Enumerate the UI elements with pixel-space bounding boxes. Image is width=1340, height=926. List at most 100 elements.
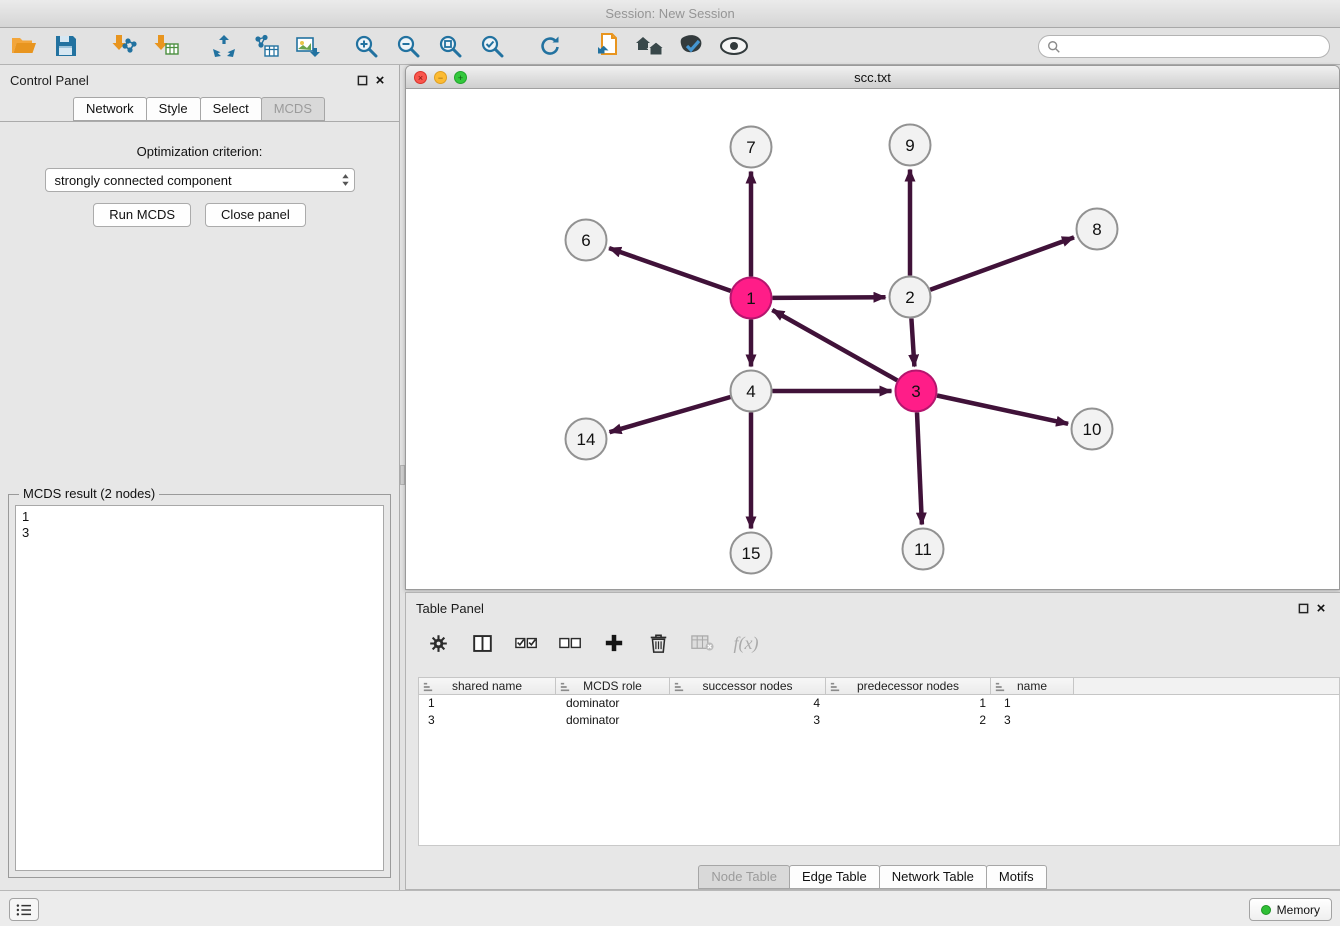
memory-status-icon	[1261, 905, 1271, 915]
column-header-successor-nodes[interactable]: successor nodes	[669, 677, 826, 695]
close-panel-button[interactable]: ×	[371, 71, 389, 89]
close-table-panel-button[interactable]: ×	[1312, 599, 1330, 617]
graph-node-14[interactable]: 14	[566, 419, 607, 460]
edge-3-10[interactable]	[937, 396, 1068, 424]
delete-table-button[interactable]	[688, 629, 716, 657]
table-cell[interactable]: 1	[995, 695, 1079, 712]
table-cell[interactable]: 3	[419, 712, 557, 729]
import-table-icon	[153, 34, 179, 58]
column-header-shared-name[interactable]: shared name	[418, 677, 556, 695]
table-cell[interactable]: 1	[829, 695, 995, 712]
network-table-button[interactable]	[246, 30, 286, 62]
graph-node-4[interactable]: 4	[731, 371, 772, 412]
import-table-button[interactable]	[146, 30, 186, 62]
table-cell[interactable]: 3	[672, 712, 829, 729]
column-type-icon	[995, 681, 1005, 695]
float-table-panel-button[interactable]	[1294, 599, 1312, 617]
node-label: 3	[911, 382, 920, 401]
tab-edge-table[interactable]: Edge Table	[789, 865, 880, 889]
edge-1-6[interactable]	[609, 248, 731, 291]
table-cell[interactable]: 1	[419, 695, 557, 712]
table-cell[interactable]: 4	[672, 695, 829, 712]
search-box	[1038, 35, 1330, 58]
graph-node-8[interactable]: 8	[1077, 209, 1118, 250]
column-header-name[interactable]: name	[990, 677, 1074, 695]
save-session-button[interactable]	[46, 30, 86, 62]
graph-node-10[interactable]: 10	[1072, 409, 1113, 450]
edge-2-3[interactable]	[911, 319, 914, 367]
select-all-columns-button[interactable]	[512, 629, 540, 657]
edge-3-11[interactable]	[917, 413, 922, 525]
edge-1-2[interactable]	[773, 297, 886, 298]
mcds-result-list[interactable]: 13	[15, 505, 384, 871]
function-builder-button[interactable]: f(x)	[732, 629, 760, 657]
zoom-selected-button[interactable]	[472, 30, 512, 62]
open-session-button[interactable]	[4, 30, 44, 62]
close-icon: ×	[1317, 600, 1326, 617]
table-settings-button[interactable]	[424, 629, 452, 657]
table-cell[interactable]: 2	[829, 712, 995, 729]
eye-icon	[719, 36, 749, 56]
result-item[interactable]: 3	[22, 525, 377, 541]
home-button[interactable]	[630, 30, 670, 62]
show-columns-button[interactable]	[468, 629, 496, 657]
graph-node-11[interactable]: 11	[903, 529, 944, 570]
tab-network[interactable]: Network	[73, 97, 147, 121]
node-label: 8	[1092, 220, 1101, 239]
show-hide-button[interactable]	[714, 30, 754, 62]
zoom-fit-button[interactable]	[430, 30, 470, 62]
tab-motifs[interactable]: Motifs	[986, 865, 1047, 889]
graph-node-1[interactable]: 1	[731, 278, 772, 319]
table-cell[interactable]: dominator	[557, 712, 672, 729]
plus-icon	[604, 633, 624, 653]
table-row[interactable]: 1dominator411	[419, 695, 1339, 712]
delete-column-button[interactable]	[644, 629, 672, 657]
import-network-button[interactable]	[104, 30, 144, 62]
window-close-icon[interactable]: ×	[414, 71, 427, 84]
optimization-criterion-select[interactable]: strongly connected component	[45, 168, 355, 192]
table-cell[interactable]: 3	[995, 712, 1079, 729]
table-row[interactable]: 3dominator323	[419, 712, 1339, 729]
tab-node-table[interactable]: Node Table	[698, 865, 790, 889]
refresh-button[interactable]	[530, 30, 570, 62]
graph-node-3[interactable]: 3	[896, 371, 937, 412]
edge-3-1[interactable]	[772, 310, 897, 380]
zoom-in-button[interactable]	[346, 30, 386, 62]
graph-node-7[interactable]: 7	[731, 127, 772, 168]
memory-button[interactable]: Memory	[1249, 898, 1332, 921]
close-mcds-panel-button[interactable]: Close panel	[205, 203, 306, 227]
graph-node-2[interactable]: 2	[890, 277, 931, 318]
network-image-button[interactable]	[288, 30, 328, 62]
zoom-out-button[interactable]	[388, 30, 428, 62]
add-column-button[interactable]	[600, 629, 628, 657]
network-window-titlebar: × − + scc.txt	[406, 66, 1339, 89]
column-header-MCDS-role[interactable]: MCDS role	[555, 677, 670, 695]
float-panel-button[interactable]	[353, 71, 371, 89]
window-zoom-icon[interactable]: +	[454, 71, 467, 84]
table-cell[interactable]: dominator	[557, 695, 672, 712]
columns-icon	[472, 633, 493, 654]
tab-network-table[interactable]: Network Table	[879, 865, 987, 889]
style-apply-button[interactable]	[672, 30, 712, 62]
network-share-button[interactable]	[204, 30, 244, 62]
graph-node-9[interactable]: 9	[890, 125, 931, 166]
zoom-in-icon	[354, 34, 378, 58]
tab-style[interactable]: Style	[146, 97, 201, 121]
edge-2-8[interactable]	[930, 237, 1074, 289]
document-share-button[interactable]	[588, 30, 628, 62]
result-item[interactable]: 1	[22, 509, 377, 525]
deselect-all-columns-button[interactable]	[556, 629, 584, 657]
tab-select[interactable]: Select	[200, 97, 262, 121]
run-mcds-button[interactable]: Run MCDS	[93, 203, 191, 227]
window-minimize-icon[interactable]: −	[434, 71, 447, 84]
list-icon	[15, 903, 33, 917]
graph-node-6[interactable]: 6	[566, 220, 607, 261]
network-graph[interactable]: 7 9 6 8 1 2 4 3 14 10 15 11	[406, 89, 1339, 589]
tab-mcds[interactable]: MCDS	[261, 97, 325, 121]
edge-4-14[interactable]	[610, 397, 731, 432]
window-title: Session: New Session	[605, 6, 734, 21]
graph-node-15[interactable]: 15	[731, 533, 772, 574]
column-header-predecessor-nodes[interactable]: predecessor nodes	[825, 677, 991, 695]
search-input[interactable]	[1066, 39, 1329, 54]
panel-menu-button[interactable]	[9, 898, 39, 921]
